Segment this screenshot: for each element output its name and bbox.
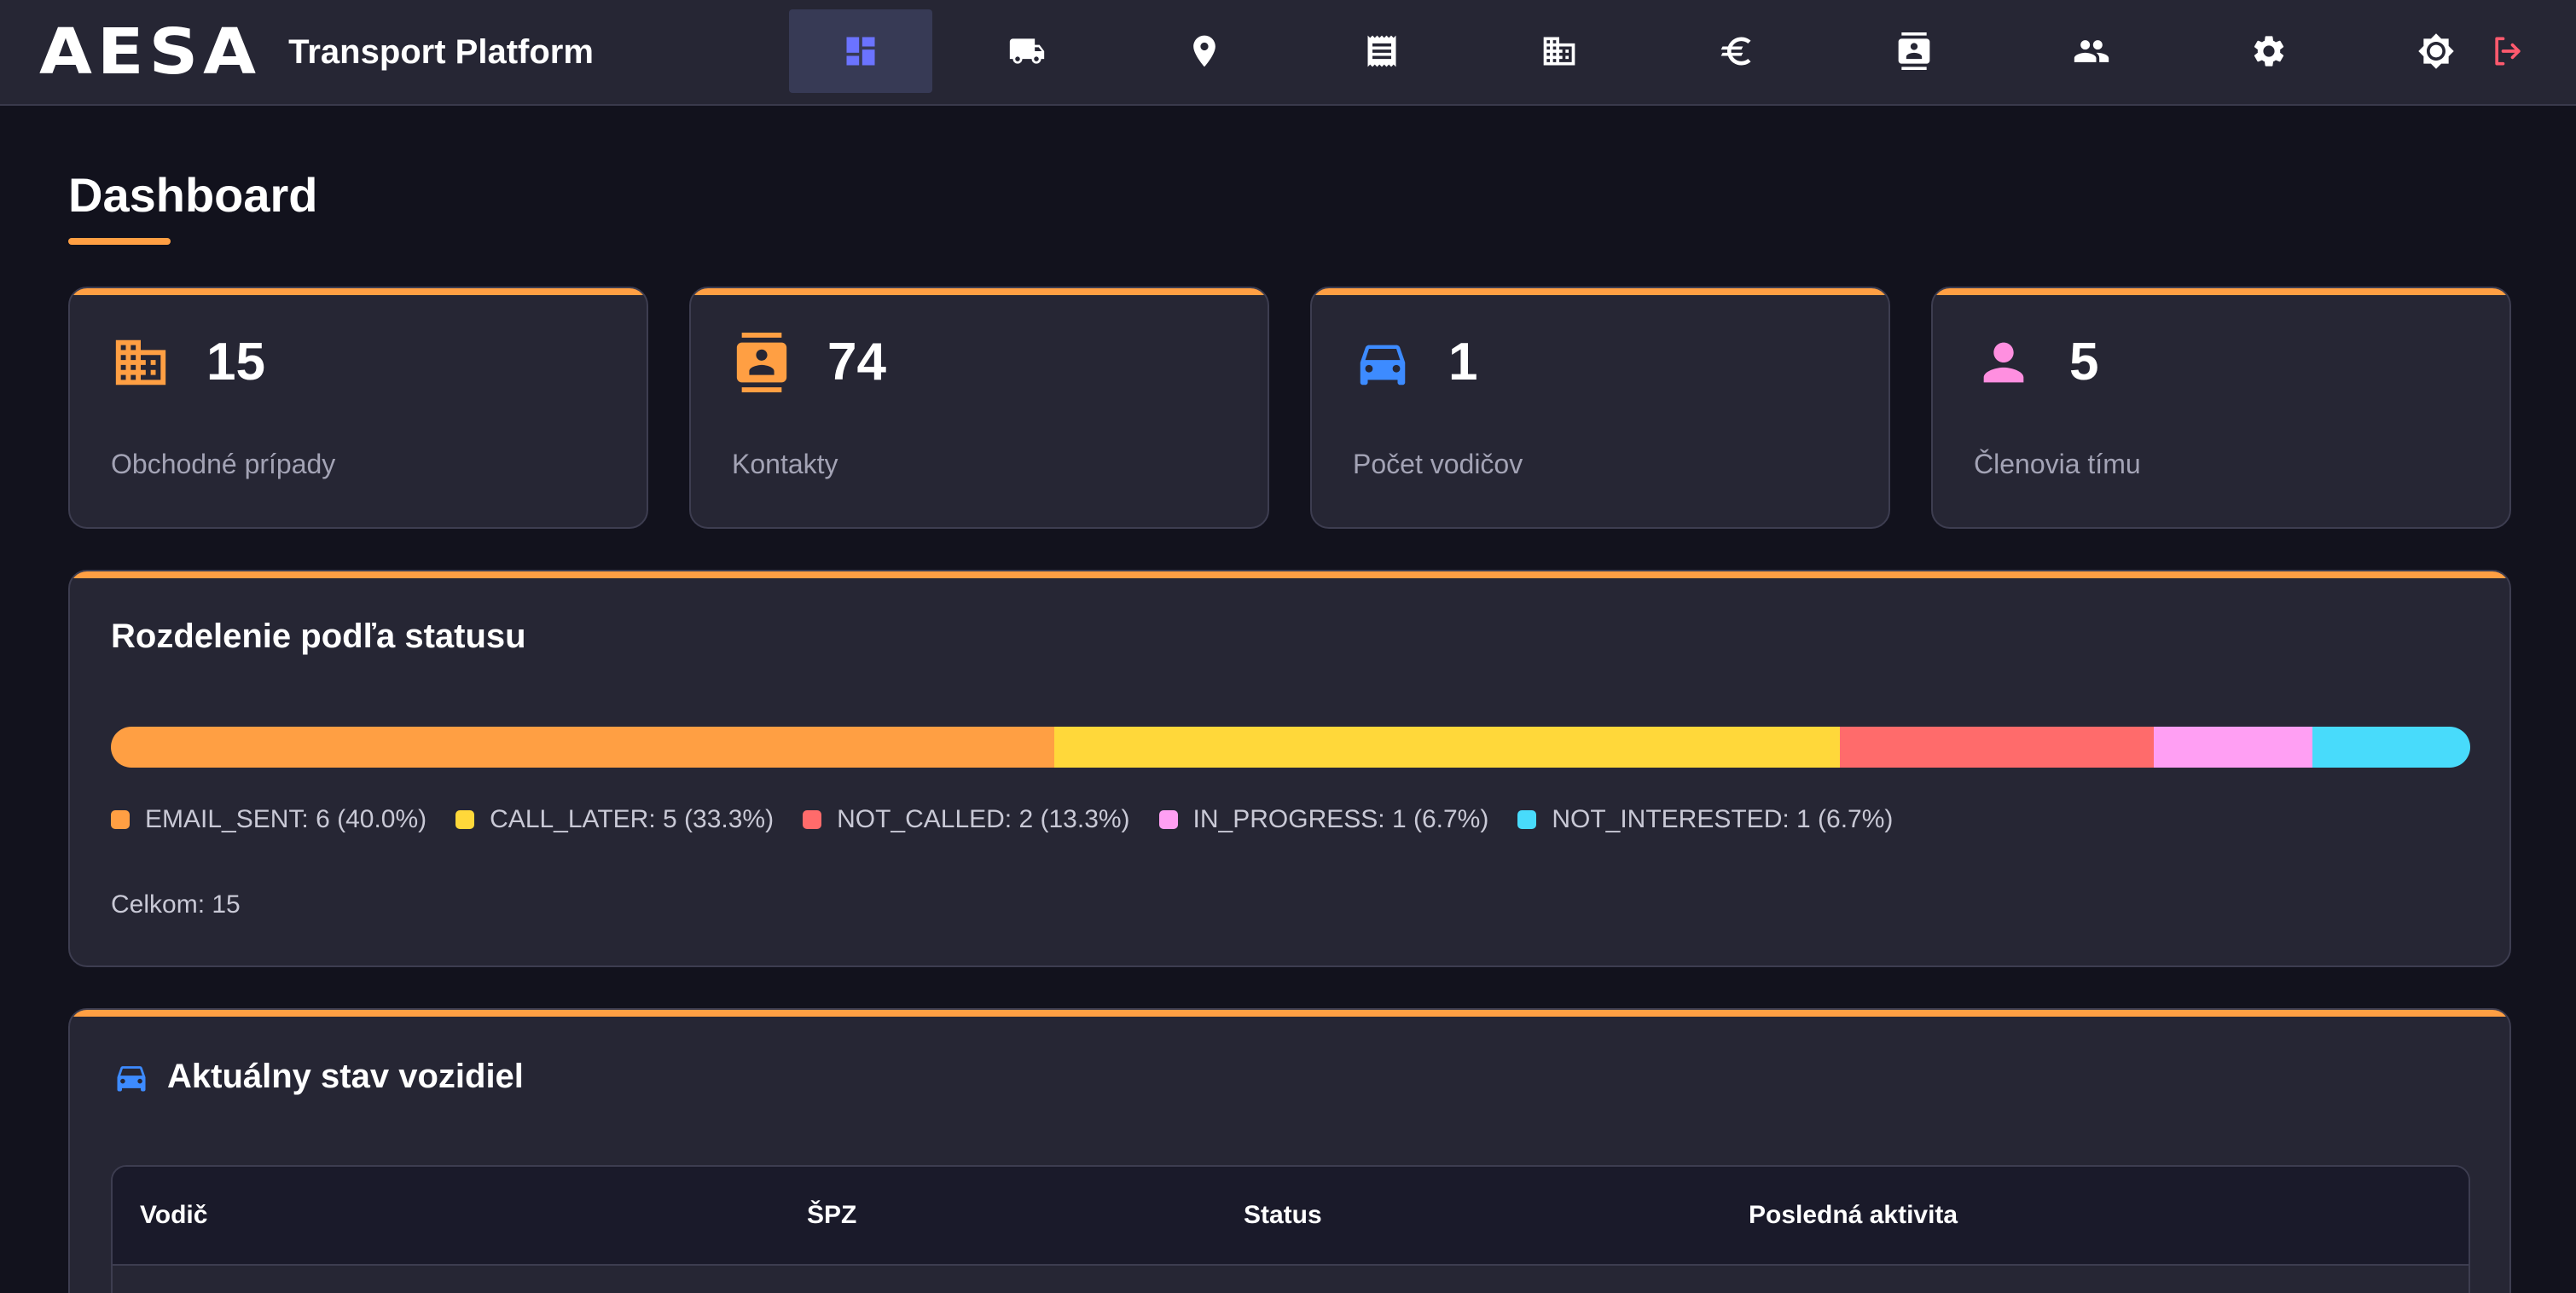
euro-icon	[1720, 37, 1751, 66]
status-bar-segment	[1054, 727, 1841, 768]
stat-card-team-members[interactable]: 5 Členovia tímu	[1931, 287, 2511, 529]
stat-value: 5	[2069, 333, 2099, 391]
legend-item: IN_PROGRESS: 1 (6.7%)	[1158, 805, 1489, 834]
nav-invoices[interactable]	[1310, 9, 1453, 93]
table-header: Vodič ŠPZ Status Posledná aktivita	[113, 1167, 2469, 1264]
column-header-last-activity[interactable]: Posledná aktivita	[1749, 1201, 1958, 1230]
brightness-icon	[2418, 33, 2454, 69]
vehicles-section-header: Aktuálny stav vozidiel	[113, 1058, 524, 1096]
top-navbar: AESA Transport Platform	[0, 0, 2576, 106]
legend-swatch	[1517, 810, 1537, 829]
person-icon	[1983, 342, 2024, 383]
status-bar-segment	[2154, 727, 2312, 768]
stat-icon-wrapper	[111, 333, 171, 392]
brand[interactable]: AESA Transport Platform	[39, 18, 594, 86]
gear-icon	[2254, 36, 2284, 67]
stat-label: Kontakty	[732, 449, 838, 479]
vehicles-status-card: Aktuálny stav vozidiel Vodič ŠPZ Status …	[68, 1008, 2511, 1293]
car-icon	[1360, 345, 1406, 386]
section-title: Rozdelenie podľa statusu	[111, 618, 526, 655]
nav-settings[interactable]	[2197, 9, 2341, 93]
stat-label: Obchodné prípady	[111, 449, 336, 479]
status-distribution-card: Rozdelenie podľa statusu EMAIL_SENT: 6 (…	[68, 570, 2511, 967]
stat-value: 15	[206, 333, 265, 391]
nav-companies[interactable]	[1488, 9, 1631, 93]
dashboard-icon	[846, 37, 875, 66]
section-title: Aktuálny stav vozidiel	[167, 1058, 524, 1095]
legend-item: CALL_LATER: 5 (33.3%)	[455, 805, 774, 834]
column-header-status[interactable]: Status	[1244, 1201, 1322, 1230]
vehicles-table: Vodič ŠPZ Status Posledná aktivita	[111, 1165, 2470, 1293]
theme-toggle-button[interactable]	[2414, 29, 2458, 73]
legend-label: EMAIL_SENT: 6 (40.0%)	[145, 805, 427, 833]
legend-swatch	[803, 810, 822, 829]
stat-card-business-cases[interactable]: 15 Obchodné prípady	[68, 287, 648, 529]
contact-card-icon	[1898, 32, 1930, 70]
legend-item: EMAIL_SENT: 6 (40.0%)	[111, 805, 426, 834]
legend-item: NOT_INTERESTED: 1 (6.7%)	[1517, 805, 1893, 834]
location-pin-icon	[1193, 35, 1215, 67]
stat-value: 74	[827, 333, 886, 391]
aesa-logo: AESA	[39, 14, 262, 89]
car-icon	[117, 1065, 146, 1091]
title-underline	[68, 238, 171, 245]
stat-icon-wrapper	[1974, 333, 2034, 392]
nav-contacts[interactable]	[1842, 9, 1986, 93]
status-total: Celkom: 15	[111, 890, 241, 919]
column-header-plate[interactable]: ŠPZ	[807, 1201, 856, 1230]
status-bar-segment	[111, 727, 1055, 768]
legend-label: CALL_LATER: 5 (33.3%)	[490, 805, 775, 833]
status-legend: EMAIL_SENT: 6 (40.0%) CALL_LATER: 5 (33.3…	[111, 805, 1922, 834]
logout-button[interactable]	[2486, 29, 2530, 73]
table-row[interactable]	[113, 1264, 2469, 1293]
nav-locations[interactable]	[1133, 9, 1276, 93]
stat-value: 1	[1448, 333, 1478, 391]
stat-icon-wrapper	[1353, 333, 1413, 392]
building-icon	[1543, 37, 1575, 66]
building-icon	[115, 339, 166, 386]
truck-icon	[1009, 38, 1045, 64]
legend-label: IN_PROGRESS: 1 (6.7%)	[1192, 805, 1489, 833]
stat-card-contacts[interactable]: 74 Kontakty	[689, 287, 1269, 529]
nav-transport[interactable]	[955, 9, 1099, 93]
nav-dashboard[interactable]	[789, 9, 932, 93]
legend-swatch	[111, 810, 130, 829]
contact-card-icon	[736, 333, 787, 392]
nav-users[interactable]	[2020, 9, 2163, 93]
receipt-icon	[1367, 35, 1396, 67]
page-title: Dashboard	[68, 168, 318, 222]
legend-swatch	[1158, 810, 1178, 829]
legend-label: NOT_CALLED: 2 (13.3%)	[837, 805, 1130, 833]
people-icon	[2074, 40, 2109, 62]
status-bar-segment	[2312, 727, 2470, 768]
nav-finance[interactable]	[1665, 9, 1808, 93]
legend-label: NOT_INTERESTED: 1 (6.7%)	[1552, 805, 1894, 833]
legend-item: NOT_CALLED: 2 (13.3%)	[803, 805, 1130, 834]
stat-label: Počet vodičov	[1353, 449, 1523, 479]
stat-icon-wrapper	[732, 333, 792, 392]
logout-icon	[2495, 37, 2521, 66]
app-title: Transport Platform	[288, 32, 594, 71]
stat-label: Členovia tímu	[1974, 449, 2141, 479]
legend-swatch	[455, 810, 475, 829]
column-header-driver[interactable]: Vodič	[140, 1201, 207, 1230]
stat-card-drivers[interactable]: 1 Počet vodičov	[1310, 287, 1890, 529]
status-bar-segment	[1840, 727, 2155, 768]
status-progress-bar	[111, 727, 2470, 768]
